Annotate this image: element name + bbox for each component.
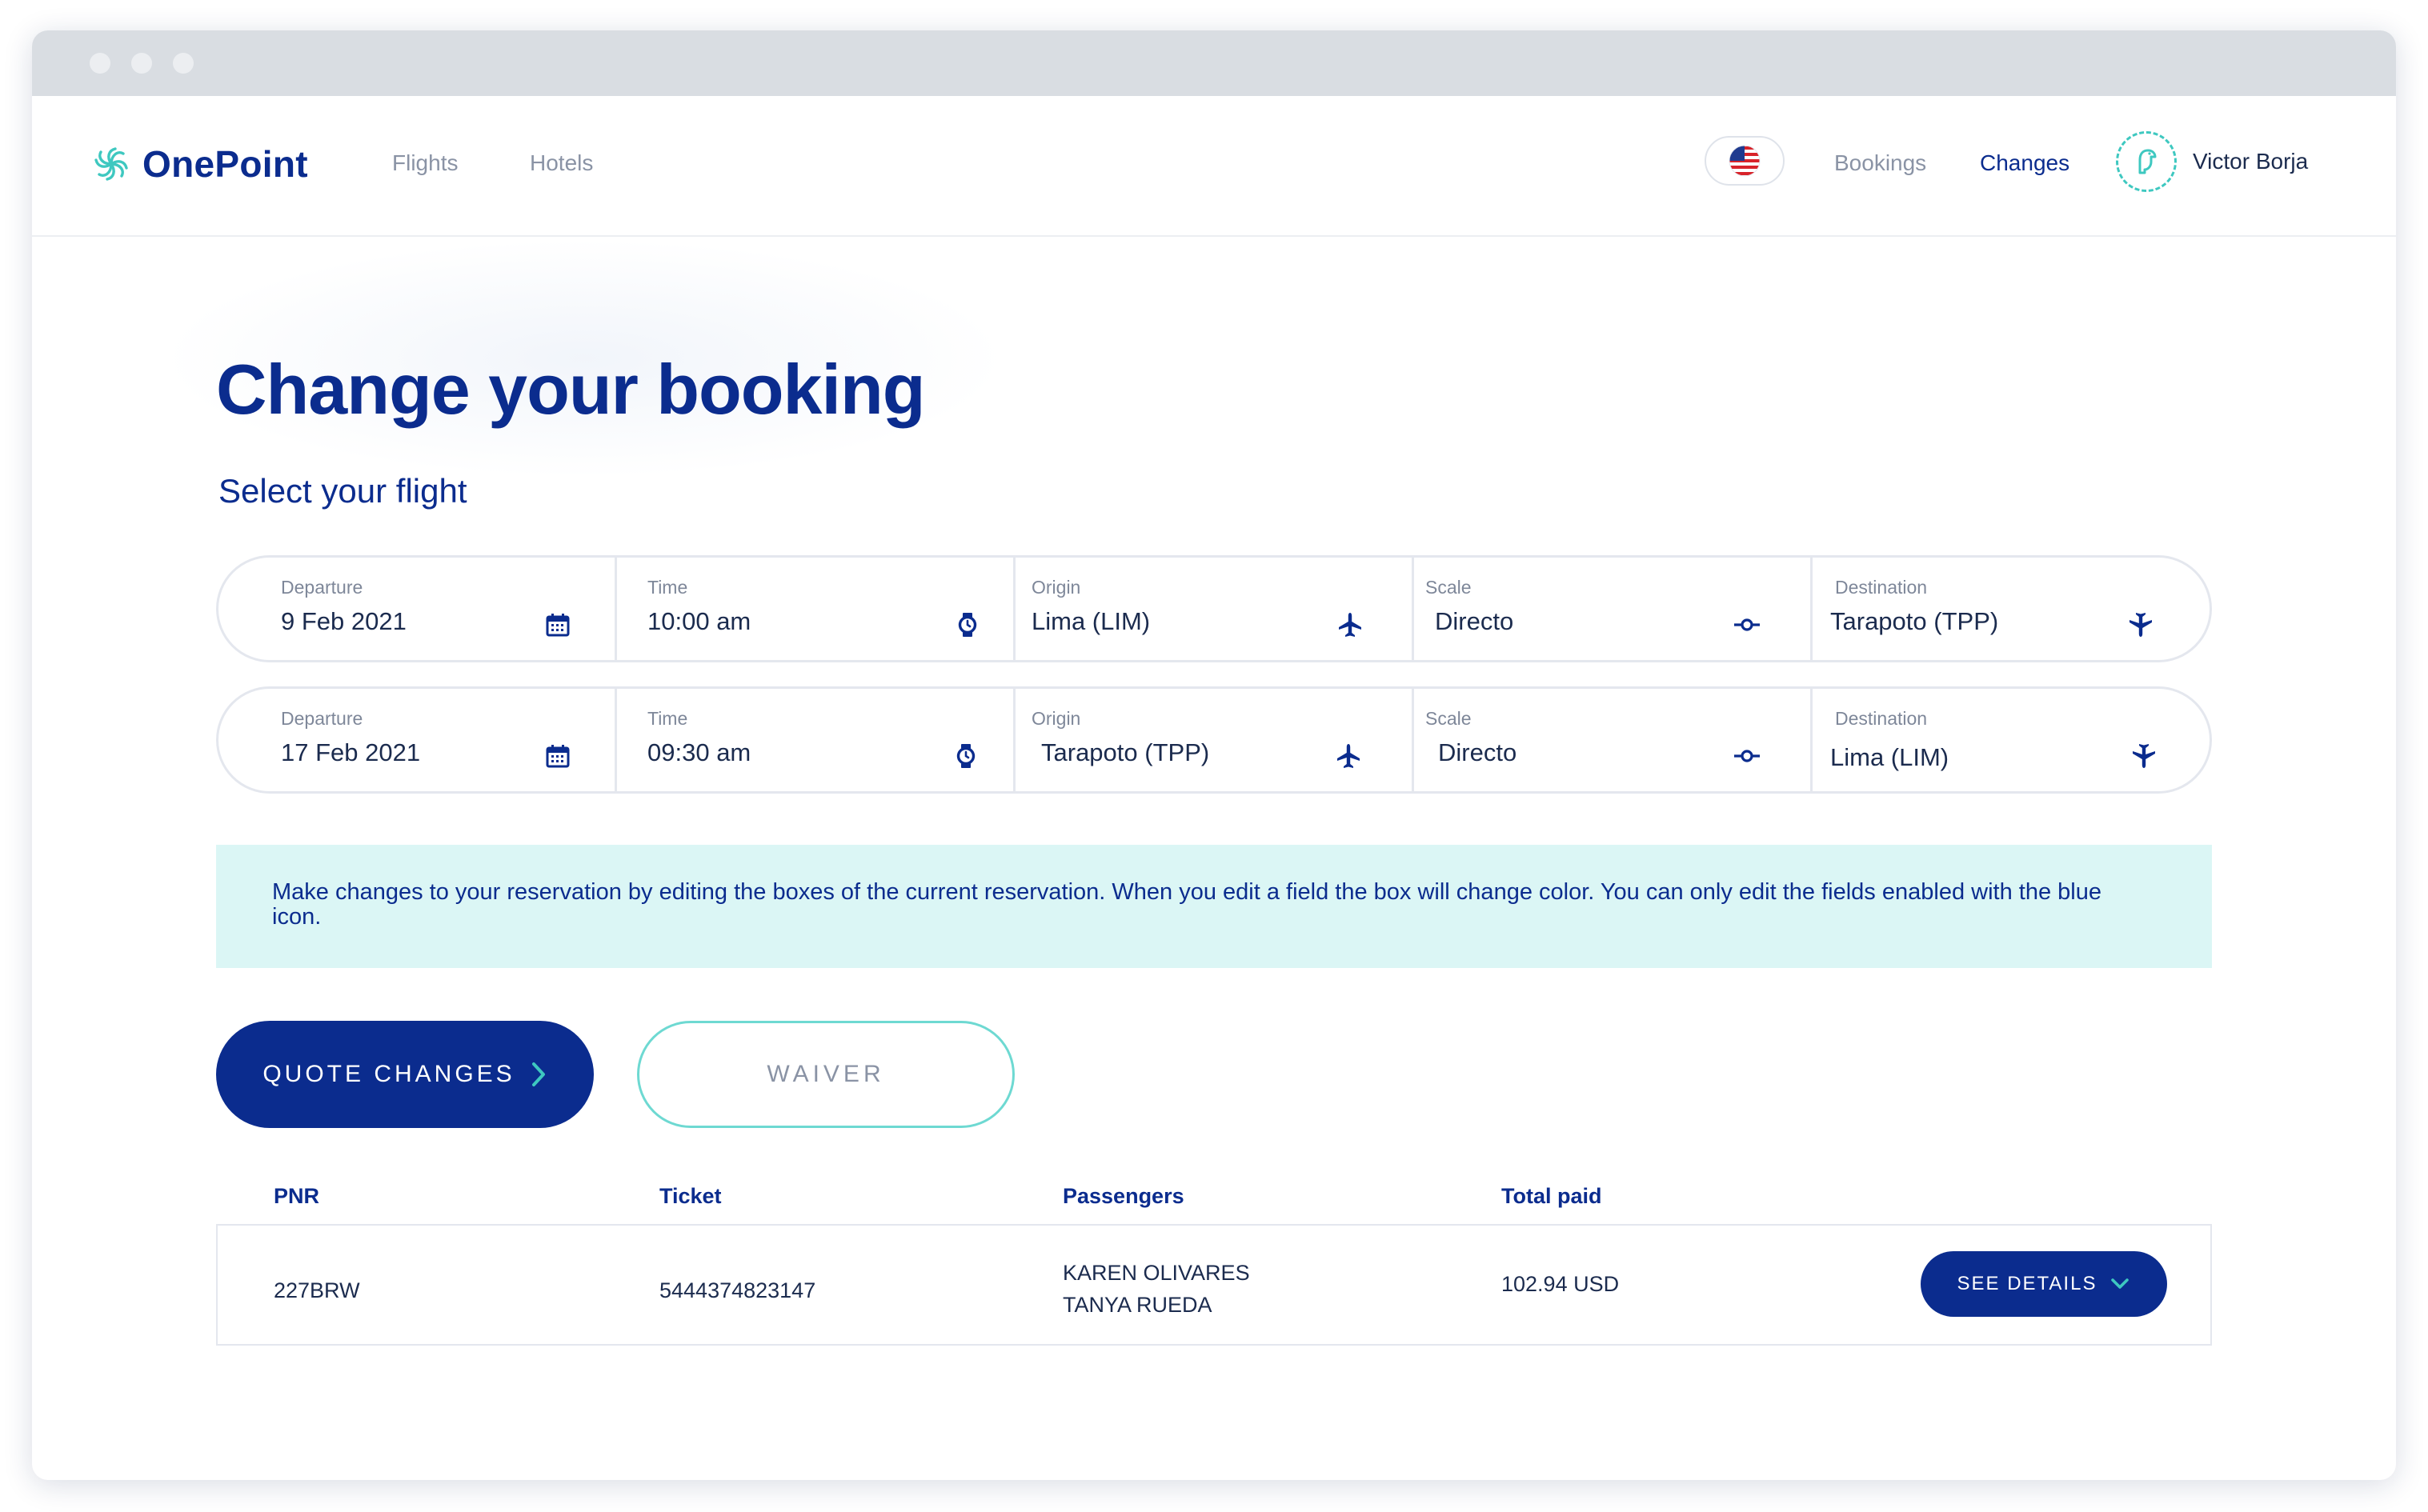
time-label: Time xyxy=(647,577,688,598)
origin-field: Origin Lima (LIM) xyxy=(1016,558,1414,660)
plane-icon xyxy=(1337,744,1360,768)
language-selector[interactable] xyxy=(1705,136,1785,186)
departure-label: Departure xyxy=(281,708,363,729)
scale-label: Scale xyxy=(1425,708,1472,729)
brand-logo[interactable]: OnePoint xyxy=(91,142,308,186)
total-paid-cell: 102.94 USD xyxy=(1501,1272,1620,1296)
column-header-passengers: Passengers xyxy=(1063,1184,1184,1208)
time-field[interactable]: Time 09:30 am xyxy=(617,689,1016,791)
nav-bookings[interactable]: Bookings xyxy=(1834,150,1926,176)
origin-label: Origin xyxy=(1032,577,1081,598)
time-label: Time xyxy=(647,708,688,729)
quote-changes-button[interactable]: QUOTE CHANGES xyxy=(216,1021,594,1128)
browser-window: OnePoint Flights Hotels Bookings Changes xyxy=(32,30,2396,1480)
destination-field: Destination Lima (LIM) xyxy=(1813,689,2210,791)
window-minimize-dot[interactable] xyxy=(131,53,152,74)
window-maximize-dot[interactable] xyxy=(173,53,194,74)
origin-value: Tarapoto (TPP) xyxy=(1041,738,1210,766)
origin-label: Origin xyxy=(1032,708,1081,729)
info-message: Make changes to your reservation by edit… xyxy=(216,845,2212,968)
time-field[interactable]: Time 10:00 am xyxy=(617,558,1016,660)
scale-label: Scale xyxy=(1425,577,1472,598)
nav-changes[interactable]: Changes xyxy=(1980,150,2069,176)
ticket-cell: 5444374823147 xyxy=(659,1278,816,1302)
brand-name: OnePoint xyxy=(142,143,308,185)
time-value: 09:30 am xyxy=(647,738,751,766)
scale-value: Directo xyxy=(1438,738,1517,766)
flight-row-return: Departure 17 Feb 2021 Time 09:30 am Orig… xyxy=(216,686,2212,794)
departure-field[interactable]: Departure 9 Feb 2021 xyxy=(218,558,617,660)
nav-hotels[interactable]: Hotels xyxy=(530,150,593,176)
time-value: 10:00 am xyxy=(647,607,751,635)
destination-value: Tarapoto (TPP) xyxy=(1830,607,1999,635)
plane-icon xyxy=(1339,613,1361,637)
departure-field[interactable]: Departure 17 Feb 2021 xyxy=(218,689,617,791)
departure-value: 17 Feb 2021 xyxy=(281,738,421,766)
flight-row-outbound: Departure 9 Feb 2021 Time 10:00 am Origi… xyxy=(216,555,2212,662)
watch-icon[interactable] xyxy=(952,742,980,770)
plane-landing-icon xyxy=(2133,744,2155,768)
calendar-icon[interactable] xyxy=(543,742,572,770)
calendar-icon[interactable] xyxy=(543,610,572,639)
avatar[interactable] xyxy=(2116,131,2177,192)
chevron-down-icon xyxy=(2111,1278,2130,1289)
onepoint-logo-icon xyxy=(94,147,128,181)
page-subtitle: Select your flight xyxy=(218,472,467,510)
origin-value: Lima (LIM) xyxy=(1032,607,1151,635)
pnr-cell: 227BRW xyxy=(274,1278,360,1302)
passenger-name: TANYA RUEDA xyxy=(1063,1293,1212,1317)
column-header-total-paid: Total paid xyxy=(1501,1184,1602,1208)
quote-changes-label: QUOTE CHANGES xyxy=(262,1061,515,1087)
dinosaur-avatar-icon xyxy=(2138,149,2157,174)
top-navigation: OnePoint Flights Hotels Bookings Changes xyxy=(32,96,2396,237)
scale-value: Directo xyxy=(1435,607,1514,635)
window-titlebar xyxy=(32,30,2396,96)
waiver-button[interactable]: WAIVER xyxy=(637,1021,1015,1128)
stop-icon xyxy=(1734,618,1760,631)
nav-flights[interactable]: Flights xyxy=(392,150,458,176)
see-details-button[interactable]: SEE DETAILS xyxy=(1921,1251,2167,1317)
scale-field: Scale Directo xyxy=(1414,689,1813,791)
window-close-dot[interactable] xyxy=(90,53,110,74)
stop-icon xyxy=(1734,750,1760,762)
destination-label: Destination xyxy=(1835,577,1928,598)
destination-label: Destination xyxy=(1835,708,1928,729)
departure-value: 9 Feb 2021 xyxy=(281,607,407,635)
plane-landing-icon xyxy=(2130,613,2152,637)
chevron-right-icon xyxy=(531,1062,545,1086)
passenger-name: KAREN OLIVARES xyxy=(1063,1261,1250,1285)
waiver-label: WAIVER xyxy=(767,1061,885,1087)
page-title: Change your booking xyxy=(216,350,925,429)
destination-field: Destination Tarapoto (TPP) xyxy=(1813,558,2210,660)
scale-field: Scale Directo xyxy=(1414,558,1813,660)
us-flag-icon xyxy=(1729,145,1761,177)
column-header-pnr: PNR xyxy=(274,1184,320,1208)
user-name[interactable]: Victor Borja xyxy=(2193,149,2308,174)
column-header-ticket: Ticket xyxy=(659,1184,722,1208)
origin-field: Origin Tarapoto (TPP) xyxy=(1016,689,1414,791)
watch-icon[interactable] xyxy=(953,610,982,639)
destination-value: Lima (LIM) xyxy=(1830,743,1949,771)
departure-label: Departure xyxy=(281,577,363,598)
see-details-label: SEE DETAILS xyxy=(1957,1273,2097,1294)
